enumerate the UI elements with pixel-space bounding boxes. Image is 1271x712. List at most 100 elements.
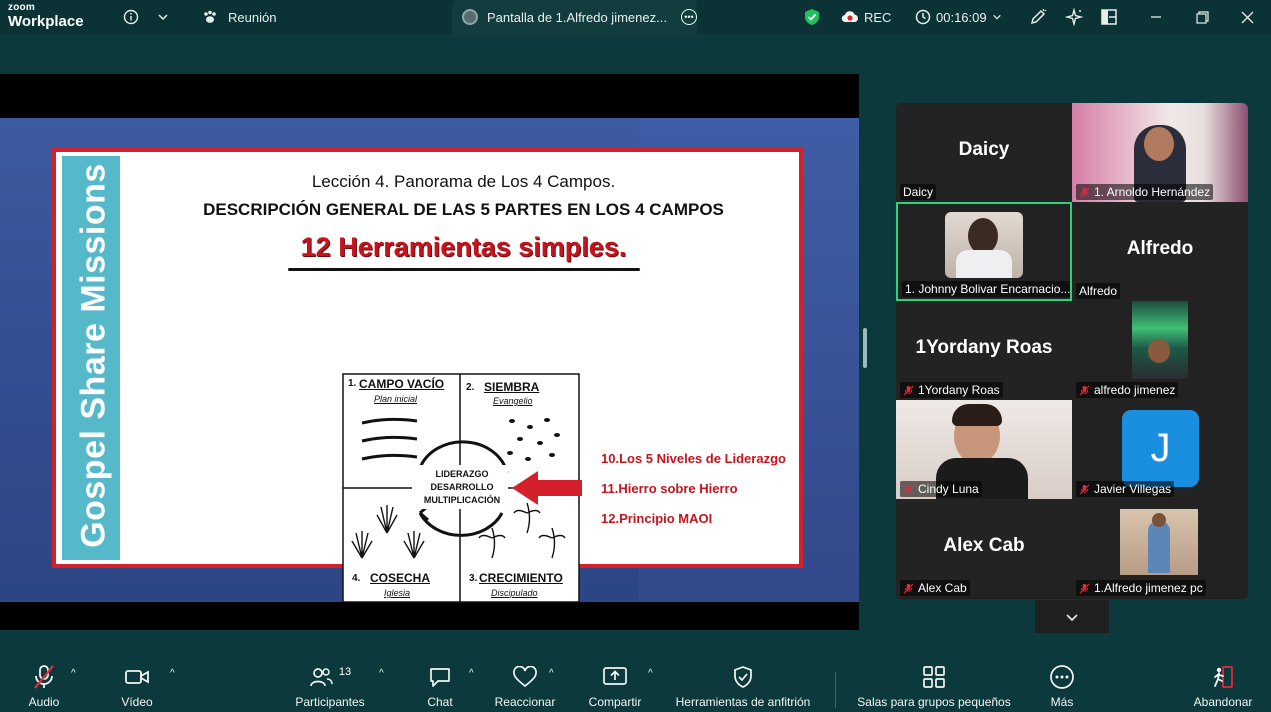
restore-button[interactable]: [1196, 0, 1209, 34]
toolbar-divider: [835, 672, 836, 708]
video-person-head: [1152, 513, 1166, 527]
logo-workplace-text: Workplace: [8, 13, 84, 30]
mic-off-icon: [1079, 583, 1090, 593]
participant-tile[interactable]: Alex Cab Alex Cab: [896, 499, 1072, 598]
participant-gallery: Daicy Daicy 1. Arnoldo Hernández 1. John…: [896, 103, 1248, 599]
annotate-button[interactable]: [1029, 0, 1047, 34]
video-label: Vídeo: [121, 695, 153, 709]
participant-name: Javier Villegas: [1094, 482, 1172, 496]
heart-icon: [512, 666, 538, 688]
audio-options-caret[interactable]: ^: [71, 668, 76, 679]
meeting-toolbar: Audio ^ Vídeo ^ 13 Participantes ^ Chat …: [0, 650, 1271, 712]
restore-icon: [1196, 10, 1209, 24]
side-band-title: Gospel Share Missions: [74, 163, 113, 548]
clock-icon: [915, 9, 931, 25]
grid-icon: [922, 665, 946, 689]
participants-button[interactable]: 13 Participantes: [292, 650, 368, 712]
layout-button[interactable]: [1101, 0, 1117, 34]
q2-title: SIEMBRA: [484, 380, 540, 394]
q1-sub: Plan inicial: [374, 394, 418, 404]
mic-off-icon: [1079, 187, 1090, 197]
minimize-button[interactable]: [1150, 0, 1162, 34]
more-options-icon[interactable]: •••: [680, 9, 697, 25]
participant-big-name: Alfredo: [1126, 238, 1194, 259]
q2-sub: Evangelio: [493, 396, 533, 406]
share-screen-icon: [602, 666, 628, 688]
mic-off-icon: [903, 385, 914, 395]
video-button[interactable]: Vídeo: [117, 650, 157, 712]
host-tools-button[interactable]: Herramientas de anfitrión: [669, 650, 817, 712]
q1-title: CAMPO VACÍO: [359, 377, 445, 391]
breakout-rooms-label: Salas para grupos pequeños: [857, 695, 1011, 709]
chat-button[interactable]: Chat: [420, 650, 460, 712]
chat-options-caret[interactable]: ^: [469, 668, 474, 679]
participant-tile[interactable]: alfredo jimenez: [1072, 301, 1248, 400]
tab-meeting-label: Reunión: [228, 9, 277, 25]
video-options-caret[interactable]: ^: [170, 668, 175, 679]
shield-icon: [732, 665, 754, 689]
tab-meeting[interactable]: Reunión: [202, 0, 276, 34]
participant-name-label: Javier Villegas: [1076, 481, 1175, 497]
close-button[interactable]: [1241, 0, 1254, 34]
participant-name-label: 1Yordany Roas: [900, 382, 1003, 398]
side-band: Gospel Share Missions www.gospelsharemis…: [62, 156, 166, 560]
video-person-hair: [952, 404, 1002, 426]
title-bar: zoom Workplace Reunión Pantalla de 1.Alf…: [0, 0, 1271, 38]
meeting-timer[interactable]: 00:16:09: [915, 0, 1002, 34]
participant-tile[interactable]: Daicy Daicy: [896, 103, 1072, 202]
video-person: [956, 250, 1012, 278]
tab-screen-share-content[interactable]: Pantalla de 1.Alfredo jimenez... •••: [462, 0, 697, 34]
shield-check-icon: [803, 8, 821, 26]
sharer-avatar: [462, 9, 478, 25]
shared-screen[interactable]: Gospel Share Missions www.gospelsharemis…: [0, 74, 859, 630]
gallery-scroll-down[interactable]: [1035, 600, 1109, 633]
more-button[interactable]: Más: [1042, 650, 1082, 712]
video-person: [1148, 521, 1170, 573]
share-button[interactable]: Compartir: [584, 650, 646, 712]
participant-name: 1Yordany Roas: [918, 383, 1000, 397]
audio-button[interactable]: Audio: [24, 650, 64, 712]
meeting-info-button[interactable]: [123, 0, 139, 34]
ai-companion-button[interactable]: [1065, 0, 1083, 34]
mic-off-icon: [903, 484, 914, 494]
q1-num: 1.: [348, 378, 357, 389]
security-shield[interactable]: [803, 0, 821, 34]
recording-indicator[interactable]: REC: [841, 0, 891, 34]
center-development: DESARROLLO: [430, 482, 494, 492]
mic-off-icon: [903, 583, 914, 593]
leave-button[interactable]: Abandonar: [1190, 650, 1256, 712]
q2-num: 2.: [466, 382, 475, 393]
participants-options-caret[interactable]: ^: [379, 668, 384, 679]
app-logo: zoom Workplace: [8, 2, 84, 30]
participant-tile-active[interactable]: 1. Johnny Bolivar Encarnacio...: [896, 202, 1072, 301]
participant-name: 1. Arnoldo Hernández: [1094, 185, 1211, 199]
reactions-options-caret[interactable]: ^: [549, 668, 554, 679]
participant-name: Alfredo: [1079, 284, 1118, 298]
tab-screen-share-label: Pantalla de 1.Alfredo jimenez...: [487, 9, 667, 25]
participant-name-label: 1. Arnoldo Hernández: [1076, 184, 1214, 200]
share-label: Compartir: [588, 695, 642, 709]
cloud-record-icon: [841, 10, 859, 24]
slide-lesson: Lección 4. Panorama de Los 4 Campos.: [311, 172, 616, 191]
audio-label: Audio: [28, 695, 60, 709]
reactions-button[interactable]: Reaccionar: [494, 650, 556, 712]
participant-tile[interactable]: 1Yordany Roas 1Yordany Roas: [896, 301, 1072, 400]
minimize-icon: [1150, 11, 1162, 23]
pen-icon: [1029, 8, 1047, 26]
participant-tile[interactable]: Cindy Luna: [896, 400, 1072, 499]
center-leadership: LIDERAZGO: [435, 469, 489, 479]
participant-tile[interactable]: Alfredo Alfredo: [1072, 202, 1248, 301]
logo-zoom-text: zoom: [8, 2, 35, 13]
participant-tile[interactable]: 1.Alfredo jimenez pc: [1072, 499, 1248, 598]
meeting-info-dropdown[interactable]: [157, 0, 169, 34]
participant-name-label: 1.Alfredo jimenez pc: [1076, 580, 1206, 596]
participant-tile[interactable]: 1. Arnoldo Hernández: [1072, 103, 1248, 202]
more-dots-icon: [1049, 664, 1075, 690]
share-options-caret[interactable]: ^: [648, 668, 653, 679]
cycle-center-text: LIDERAZGO DESARROLLO MULTIPLICACIÓN: [412, 468, 512, 507]
resize-handle[interactable]: [863, 328, 867, 368]
video-person-head: [968, 218, 998, 254]
breakout-rooms-button[interactable]: Salas para grupos pequeños: [854, 650, 1014, 712]
chat-bubble-icon: [428, 666, 452, 688]
participant-tile[interactable]: J Javier Villegas: [1072, 400, 1248, 499]
